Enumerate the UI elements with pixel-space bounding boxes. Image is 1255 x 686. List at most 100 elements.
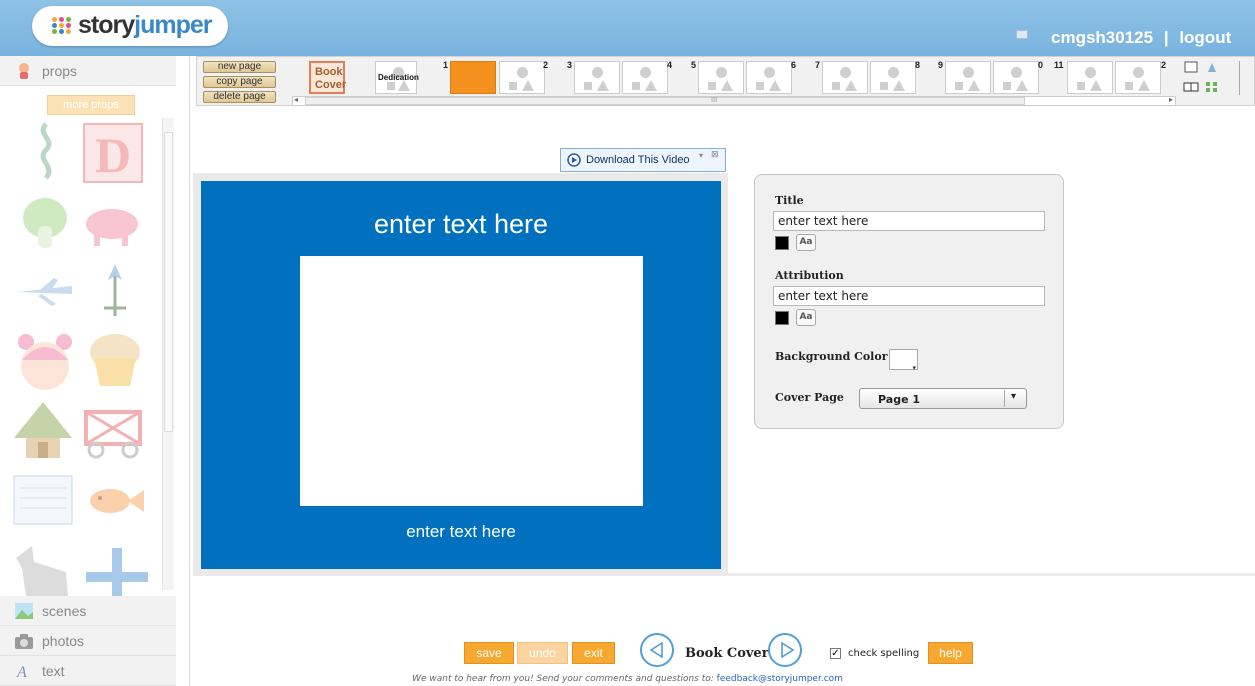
letter-d-icon[interactable]: D (82, 122, 144, 184)
book-cover-line1: Book (315, 66, 343, 78)
fish-icon[interactable] (84, 470, 146, 532)
props-scroll-thumb[interactable] (164, 132, 173, 432)
dropdown-arrow-icon[interactable]: ▾ (699, 151, 703, 160)
help-button[interactable]: help (928, 642, 973, 664)
props-scrollbar[interactable] (162, 118, 174, 590)
grid-view-icon[interactable] (1205, 81, 1219, 93)
feedback-text: We want to hear from you! Send your comm… (412, 674, 714, 684)
page-thumb-7[interactable] (822, 61, 868, 94)
dedication-label: Dedication (378, 73, 419, 82)
props-tab[interactable]: props (0, 56, 176, 86)
scenes-icon (15, 603, 33, 619)
save-button[interactable]: save (464, 642, 514, 664)
check-spelling-checkbox[interactable]: ✓ (830, 648, 841, 659)
attribution-input[interactable]: enter text here (773, 286, 1045, 306)
delete-page-button[interactable]: delete page (203, 91, 276, 103)
page-num-11: 11 (1054, 60, 1064, 70)
attribution-color-swatch[interactable] (775, 311, 789, 325)
check-spelling-label: check spelling (848, 648, 920, 659)
next-page-button[interactable] (768, 633, 802, 667)
page-thumb-book-cover[interactable]: Book Cover (309, 61, 346, 94)
cover-image-area[interactable] (300, 256, 643, 506)
page-thumb-8[interactable] (870, 61, 916, 94)
user-area: cmgsh30125 | logout (1051, 28, 1231, 48)
title-label: Title (775, 194, 804, 207)
page-thumb-6[interactable] (746, 61, 792, 94)
background-color-label: Background Color (775, 350, 888, 363)
feedback-email-link[interactable]: feedback@storyjumper.com (717, 674, 843, 684)
book-cover-canvas[interactable]: enter text here enter text here (201, 181, 721, 569)
logo-text: storyjumper (78, 11, 213, 39)
exit-button[interactable]: exit (572, 642, 615, 664)
page-num-1: 1 (443, 60, 449, 70)
girl-face-icon[interactable] (14, 330, 76, 392)
cover-title-text[interactable]: enter text here (201, 209, 721, 240)
page-thumb-9[interactable] (945, 61, 991, 94)
attribution-font-button[interactable]: Aa (796, 309, 816, 326)
lettuce-icon[interactable] (14, 190, 76, 252)
canvas-separator (728, 573, 1255, 576)
select-divider (1004, 390, 1005, 407)
single-view-icon[interactable] (1183, 61, 1199, 73)
hut-icon[interactable] (12, 398, 74, 460)
current-page-label: Book Cover (685, 646, 769, 661)
download-video-icon (567, 153, 581, 167)
scroll-left-icon[interactable]: ◂ (294, 95, 298, 104)
page-strip-scroll-thumb[interactable]: III (305, 96, 1025, 105)
storyjumper-logo[interactable]: storyjumper (32, 6, 228, 46)
muffin-icon[interactable] (84, 328, 146, 390)
page-thumb-3[interactable] (574, 61, 620, 94)
pig-icon[interactable] (82, 192, 144, 254)
layout-icon[interactable] (1205, 61, 1219, 73)
page-num-2: 2 (543, 60, 549, 70)
scroll-right-icon[interactable]: ▸ (1169, 95, 1173, 104)
username-link[interactable]: cmgsh30125 (1051, 28, 1153, 47)
feedback-note: We want to hear from you! Send your comm… (0, 674, 1255, 684)
page-strip-scrollbar[interactable]: ◂ III ▸ (292, 95, 1176, 106)
wagon-icon[interactable] (82, 402, 144, 464)
page-num-3: 3 (567, 60, 573, 70)
page-thumb-1[interactable] (450, 61, 496, 94)
page-thumb-12[interactable] (1115, 61, 1161, 94)
copy-page-button[interactable]: copy page (203, 76, 276, 88)
chevron-down-icon: ▾ (912, 364, 916, 372)
page-strip: new page copy page delete page Book Cove… (196, 56, 1255, 106)
props-grid: D (10, 120, 162, 640)
page-num-10: 0 (1038, 60, 1044, 70)
previous-page-button[interactable] (640, 633, 674, 667)
scenes-tab[interactable]: scenes (0, 596, 176, 626)
scenes-label: scenes (42, 603, 87, 619)
user-card-icon (1016, 30, 1028, 39)
background-color-picker[interactable]: ▾ (889, 349, 918, 372)
attribution-label: Attribution (775, 269, 844, 282)
svg-text:D: D (95, 127, 131, 183)
logout-link[interactable]: logout (1179, 28, 1231, 47)
note-paper-icon[interactable] (12, 470, 74, 532)
wolf-icon[interactable] (12, 538, 74, 600)
arrow-left-icon (649, 642, 663, 658)
photos-tab[interactable]: photos (0, 626, 176, 656)
ribbon-icon[interactable] (16, 120, 78, 182)
page-thumb-dedication[interactable]: Dedication (375, 61, 419, 94)
undo-button[interactable]: undo (517, 642, 568, 664)
page-thumb-10[interactable] (993, 61, 1039, 94)
cover-attribution-text[interactable]: enter text here (201, 522, 721, 542)
page-num-9: 9 (938, 60, 944, 70)
close-icon[interactable]: ⊠ (711, 150, 719, 160)
more-props-button[interactable]: more props (47, 95, 135, 115)
new-page-button[interactable]: new page (203, 61, 276, 73)
page-thumb-5[interactable] (698, 61, 744, 94)
flower-icon[interactable] (84, 258, 146, 320)
title-font-button[interactable]: Aa (796, 234, 816, 251)
double-view-icon[interactable] (1183, 81, 1199, 93)
title-color-swatch[interactable] (775, 236, 789, 250)
page-thumb-4[interactable] (622, 61, 668, 94)
plus-icon[interactable] (86, 542, 148, 604)
page-thumb-2[interactable] (499, 61, 545, 94)
page-thumb-11[interactable] (1067, 61, 1113, 94)
airplane-icon[interactable] (14, 260, 76, 322)
cover-page-select[interactable]: Page 1 ▾ (859, 388, 1027, 409)
download-video-button[interactable]: Download This Video ▾ ⊠ (560, 148, 726, 172)
title-input[interactable]: enter text here (773, 211, 1045, 231)
top-bar: storyjumper cmgsh30125 | logout (0, 0, 1255, 56)
